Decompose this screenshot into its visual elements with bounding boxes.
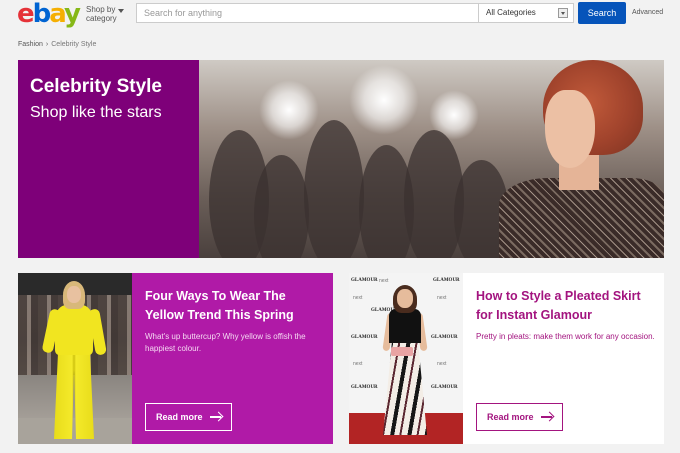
- shop-by-category-label: Shop by category: [86, 5, 117, 23]
- backdrop-glamour-logo: GLAMOUR: [351, 335, 378, 340]
- article-title[interactable]: How to Style a Pleated Skirt for Instant…: [476, 287, 656, 325]
- backdrop-glamour-logo: GLAMOUR: [431, 335, 458, 340]
- hero-title: Celebrity Style: [30, 76, 162, 97]
- celebrity-face: [545, 90, 595, 168]
- article-description: What's up buttercup? Why yellow is offis…: [145, 332, 306, 353]
- category-select-value: All Categories: [486, 8, 536, 17]
- advanced-search-link[interactable]: Advanced: [632, 9, 663, 16]
- figure-face: [67, 286, 81, 303]
- read-more-button[interactable]: Read more: [476, 403, 563, 431]
- read-more-button[interactable]: Read more: [145, 403, 232, 431]
- article-card-body: How to Style a Pleated Skirt for Instant…: [463, 273, 664, 444]
- backdrop-next-logo: next: [437, 295, 447, 301]
- hero-banner[interactable]: Celebrity Style Shop like the stars: [18, 60, 664, 258]
- logo-letter-a: a: [49, 0, 66, 29]
- article-card-body: Four Ways To Wear The Yellow Trend This …: [132, 273, 333, 444]
- search-input[interactable]: [137, 4, 477, 22]
- arrow-right-icon: [541, 416, 552, 418]
- shop-by-category-menu[interactable]: Shop by category: [86, 5, 126, 23]
- photographer-silhouette: [254, 155, 309, 258]
- read-more-label: Read more: [487, 412, 534, 422]
- celebrity-dress: [499, 178, 664, 258]
- backdrop-glamour-logo: GLAMOUR: [433, 278, 460, 283]
- hero-image: [199, 60, 664, 258]
- backdrop-glamour-logo: GLAMOUR: [351, 278, 378, 283]
- figure-top: [389, 309, 421, 343]
- figure-face: [397, 289, 413, 308]
- category-select[interactable]: All Categories: [478, 4, 574, 22]
- backdrop-next-logo: next: [379, 278, 389, 284]
- breadcrumb: Fashion › Celebrity Style: [18, 41, 96, 48]
- camera-flash: [259, 80, 319, 140]
- breadcrumb-item-fashion[interactable]: Fashion: [18, 41, 43, 48]
- read-more-label: Read more: [156, 412, 203, 422]
- backdrop-next-logo: next: [353, 295, 363, 301]
- backdrop-glamour-logo: GLAMOUR: [351, 385, 378, 390]
- backdrop-next-logo: next: [353, 361, 363, 367]
- photo-ground: [18, 418, 132, 444]
- article-image-yellow-jumpsuit: [18, 273, 132, 444]
- arrow-right-icon: [210, 416, 221, 418]
- article-card-pleated-skirt[interactable]: GLAMOUR next GLAMOUR next GLAMOUR next G…: [349, 273, 664, 444]
- backdrop-glamour-logo: GLAMOUR: [431, 385, 458, 390]
- chevron-down-icon: [118, 9, 124, 13]
- figure-jumpsuit-top: [55, 305, 93, 355]
- article-title[interactable]: Four Ways To Wear The Yellow Trend This …: [145, 287, 325, 325]
- search-button[interactable]: Search: [578, 2, 626, 24]
- hero-subtitle: Shop like the stars: [30, 104, 162, 121]
- breadcrumb-item-celebrity-style: Celebrity Style: [51, 41, 97, 48]
- logo-letter-b: b: [32, 0, 52, 29]
- camera-flash: [349, 65, 419, 135]
- article-card-yellow-trend[interactable]: Four Ways To Wear The Yellow Trend This …: [18, 273, 333, 444]
- ebay-logo[interactable]: ebay: [17, 0, 81, 29]
- header: ebay Shop by category All Categories Sea…: [0, 0, 680, 30]
- dropdown-arrow-icon: [558, 8, 568, 18]
- photographer-silhouette: [304, 120, 364, 258]
- logo-letter-e: e: [17, 0, 35, 29]
- search-bar: All Categories: [136, 3, 574, 23]
- article-description: Pretty in pleats: make them work for any…: [476, 332, 655, 341]
- logo-letter-y: y: [64, 0, 81, 29]
- figure-clutch: [391, 347, 413, 356]
- hero-text-panel: Celebrity Style Shop like the stars: [18, 60, 199, 258]
- article-image-pleated-skirt: GLAMOUR next GLAMOUR next GLAMOUR next G…: [349, 273, 463, 444]
- breadcrumb-separator: ›: [45, 41, 49, 48]
- backdrop-next-logo: next: [437, 361, 447, 367]
